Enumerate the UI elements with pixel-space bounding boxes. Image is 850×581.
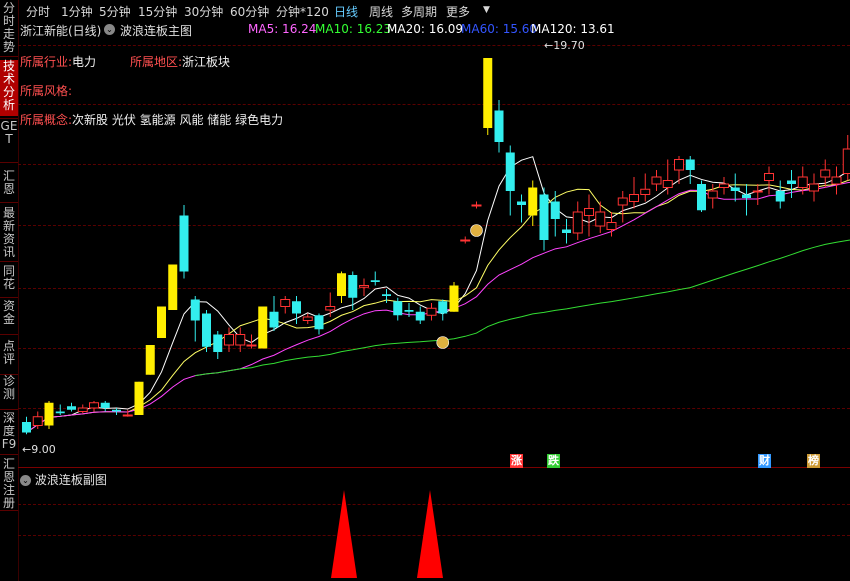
candle-body [617,197,628,206]
candle-body [224,334,234,346]
money-bag-icon [436,336,450,349]
candle-body [337,273,346,296]
candle-body [640,188,651,195]
marker-limit-up[interactable]: 涨 [510,454,523,468]
candle-body [168,264,178,310]
candle-body [438,301,448,314]
candle-body [764,173,774,181]
candle-body [67,406,76,410]
candle-body [100,402,110,408]
candle-body [674,159,684,171]
candle-body [730,187,740,191]
marker-label: 财 [759,454,770,467]
sub-chart-title[interactable]: 波浪连板副图 [35,473,107,487]
candle-body [269,311,279,328]
high-price-value: 19.70 [553,39,585,52]
candle-body [562,229,571,233]
candle-body [314,315,324,330]
candle-body [258,306,268,349]
candle-body [325,306,336,311]
candle-body [32,416,43,426]
candle-body [820,169,831,178]
candle-body [572,211,583,234]
candle-body [460,239,471,242]
candle-body [77,407,88,412]
marker-limit-down[interactable]: 跌 [547,454,560,468]
candle-body [235,334,246,346]
candle-body [494,110,504,142]
candle-body [831,176,842,185]
money-bag-icon [470,224,483,237]
marker-label: 榜 [808,454,819,467]
candle-body [179,215,189,272]
candle-body [145,345,155,375]
candle-body [707,190,718,199]
low-price-value: 9.00 [31,443,56,456]
candle-body [157,306,166,338]
candle-body [595,211,606,227]
candle-body [528,187,538,216]
candle-body [550,201,560,219]
signal-spike [417,490,443,578]
kline-chart[interactable] [0,0,850,581]
candle-body [190,299,200,321]
candle-body [606,222,617,230]
candle-body [483,58,493,128]
candle-body [697,184,706,211]
candle-body [752,190,763,193]
candle-body [775,191,785,202]
candle-body [348,275,358,298]
candle-body [44,402,54,426]
marker-label: 跌 [548,454,559,467]
candle-body [842,148,850,174]
candle-body [280,299,291,307]
candle-body [415,311,425,321]
candle-body [246,344,257,347]
candle-body [134,381,144,415]
marker-label: 涨 [511,454,522,467]
candle-body [584,208,594,216]
candle-body [22,422,31,433]
candle-body [359,285,369,288]
candle-body [426,307,437,316]
candle-body [651,176,662,185]
candle-body [449,285,459,312]
candle-body [742,194,751,198]
candle-body [122,414,133,417]
candle-body [662,180,673,188]
candle-body [404,310,414,312]
candle-body [685,159,695,170]
candle-body [213,334,223,352]
marker-finance[interactable]: 财 [758,454,771,468]
candle-body [202,313,211,347]
candle-body [370,280,380,282]
sub-indicator-dropdown-icon[interactable]: ⌄ [20,475,31,486]
ma5-line [26,156,850,433]
candle-body [505,152,515,191]
candle-body [292,301,301,314]
candle-body [719,183,729,188]
sub-chart-title-row: ⌄ 波浪连板副图 [20,471,107,488]
candle-body [471,204,482,207]
candle-body [517,201,526,205]
candle-body [797,176,808,188]
candle-body [393,301,403,316]
candle-body [809,183,819,192]
candle-body [382,294,391,296]
marker-ranking[interactable]: 榜 [807,454,820,468]
candle-body [89,402,99,409]
candle-body [629,194,639,202]
signal-spike [331,490,357,578]
candle-body [539,194,549,240]
low-price-label: ←9.00 [22,443,56,456]
candle-body [787,180,796,184]
high-price-label: ←19.70 [544,39,585,52]
candle-body [55,411,65,414]
candle-body [302,316,313,321]
candle-body [112,409,121,412]
